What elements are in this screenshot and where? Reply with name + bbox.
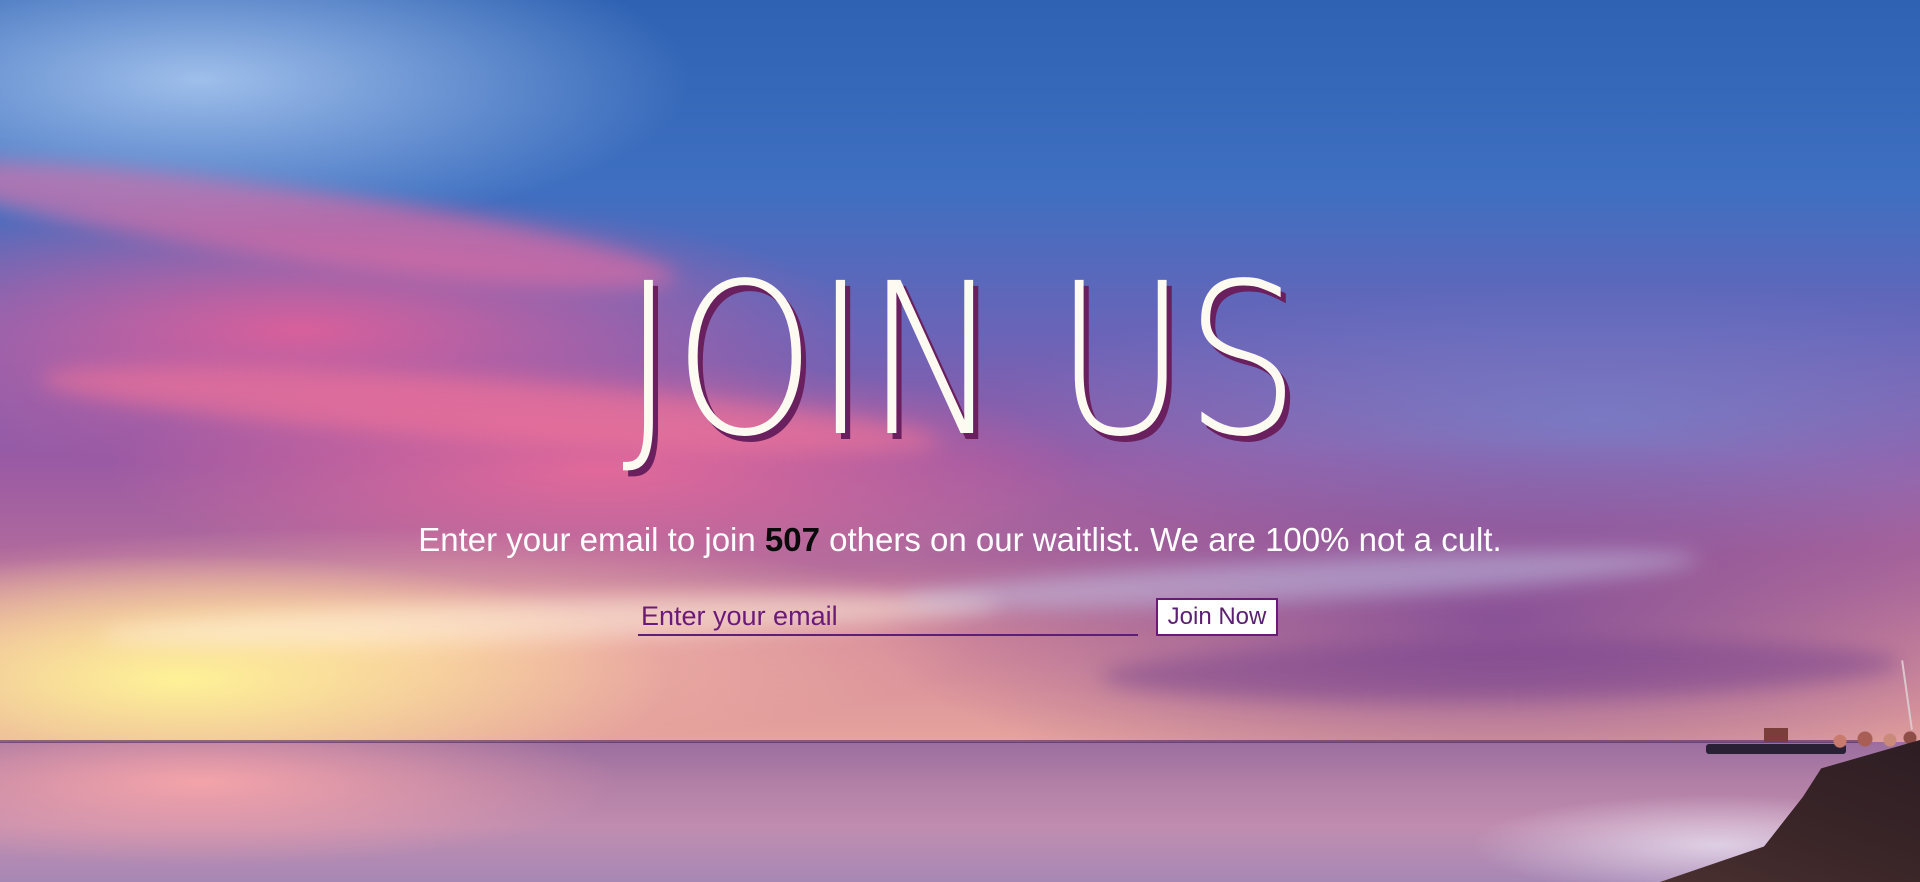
page-title: JOIN US	[622, 238, 1300, 483]
email-field[interactable]	[638, 598, 1138, 636]
waitlist-count: 507	[764, 521, 820, 558]
hero-section: JOIN US Enter your email to join 507 oth…	[0, 0, 1920, 882]
join-now-button[interactable]: Join Now	[1156, 598, 1278, 636]
tagline-tail: others on our waitlist. We are 100% not …	[819, 521, 1502, 558]
waitlist-tagline: Enter your email to join 507 others on o…	[0, 518, 1920, 562]
signup-form: Join Now	[638, 598, 1282, 638]
tagline-lead: Enter your email to join	[418, 521, 765, 558]
